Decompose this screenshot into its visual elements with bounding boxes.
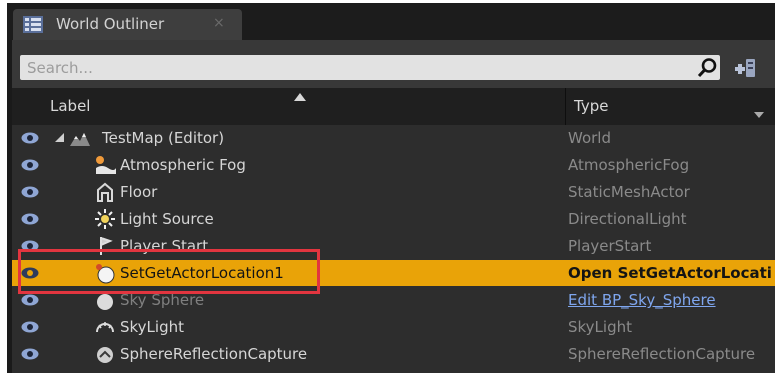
list-item[interactable]: Player Start PlayerStart <box>12 233 775 259</box>
tab-strip: World Outliner × <box>7 3 775 40</box>
sky-light-icon <box>96 322 114 333</box>
actor-label: SkyLight <box>120 318 184 336</box>
list-item[interactable]: Light Source DirectionalLight <box>12 206 775 232</box>
actor-label: Atmospheric Fog <box>120 156 246 174</box>
eye-icon[interactable] <box>21 186 39 198</box>
outliner-body: Label Type TestMap (Editor) World <box>12 40 775 373</box>
reflection-capture-icon <box>97 347 113 363</box>
sky-sphere-icon <box>97 294 113 310</box>
chevron-down-icon[interactable] <box>754 112 764 118</box>
expand-arrow-icon[interactable] <box>55 133 64 142</box>
actor-type: DirectionalLight <box>568 210 687 228</box>
list-item[interactable]: Atmospheric Fog AtmosphericFog <box>12 152 775 178</box>
eye-icon[interactable] <box>21 267 39 279</box>
eye-icon[interactable] <box>21 321 39 333</box>
search-box <box>20 55 720 80</box>
column-divider[interactable] <box>565 88 566 125</box>
list-item[interactable]: Floor StaticMeshActor <box>12 179 775 205</box>
list-item[interactable]: SphereReflectionCapture SphereReflection… <box>12 341 775 367</box>
actor-type: PlayerStart <box>568 237 652 255</box>
eye-icon[interactable] <box>21 159 39 171</box>
actor-type: AtmosphericFog <box>568 156 690 174</box>
world-outliner-panel: World Outliner × Label <box>7 3 775 373</box>
eye-icon[interactable] <box>21 240 39 252</box>
eye-icon[interactable] <box>21 294 39 306</box>
column-header: Label Type <box>12 88 775 125</box>
actor-type: SphereReflectionCapture <box>568 345 756 363</box>
world-icon <box>70 133 90 146</box>
actor-label: Light Source <box>120 210 214 228</box>
edit-blueprint-link[interactable]: Edit BP_Sky_Sphere <box>568 291 716 309</box>
actor-label: Sky Sphere <box>120 291 205 309</box>
tab-title: World Outliner <box>56 15 165 33</box>
actor-label: Floor <box>120 183 158 201</box>
directional-light-icon <box>95 209 115 229</box>
list-item[interactable]: SkyLight SkyLight <box>12 314 775 340</box>
column-header-type[interactable]: Type <box>574 97 608 115</box>
outliner-list-icon <box>23 16 43 33</box>
eye-icon[interactable] <box>21 348 39 360</box>
actor-label: SphereReflectionCapture <box>120 345 308 363</box>
eye-icon[interactable] <box>21 213 39 225</box>
player-start-icon <box>100 237 113 255</box>
sort-ascending-icon <box>294 93 306 101</box>
atmospheric-fog-icon <box>96 156 116 174</box>
search-icon[interactable] <box>697 57 718 78</box>
actor-label: SetGetActorLocation1 <box>120 264 284 282</box>
view-options-icon[interactable] <box>732 57 756 79</box>
eye-icon[interactable] <box>21 132 39 144</box>
column-header-label[interactable]: Label <box>50 97 90 115</box>
actor-label: Player Start <box>120 237 209 255</box>
static-mesh-icon <box>97 182 113 202</box>
blueprint-actor-icon <box>96 264 115 284</box>
actor-type: StaticMeshActor <box>568 183 690 201</box>
list-item[interactable]: Sky Sphere Edit BP_Sky_Sphere <box>12 287 775 313</box>
list-item-selected[interactable]: SetGetActorLocation1 Open SetGetActorLoc… <box>12 260 775 286</box>
search-input[interactable] <box>20 55 687 80</box>
search-bar <box>12 40 775 88</box>
actor-type: SkyLight <box>568 318 632 336</box>
actor-type: World <box>568 129 611 147</box>
actor-label: TestMap (Editor) <box>102 129 225 147</box>
tab-world-outliner[interactable]: World Outliner × <box>13 9 242 40</box>
close-icon[interactable]: × <box>213 15 225 31</box>
open-blueprint-link[interactable]: Open SetGetActorLocati <box>568 264 772 282</box>
list-item[interactable]: TestMap (Editor) World <box>12 125 775 151</box>
